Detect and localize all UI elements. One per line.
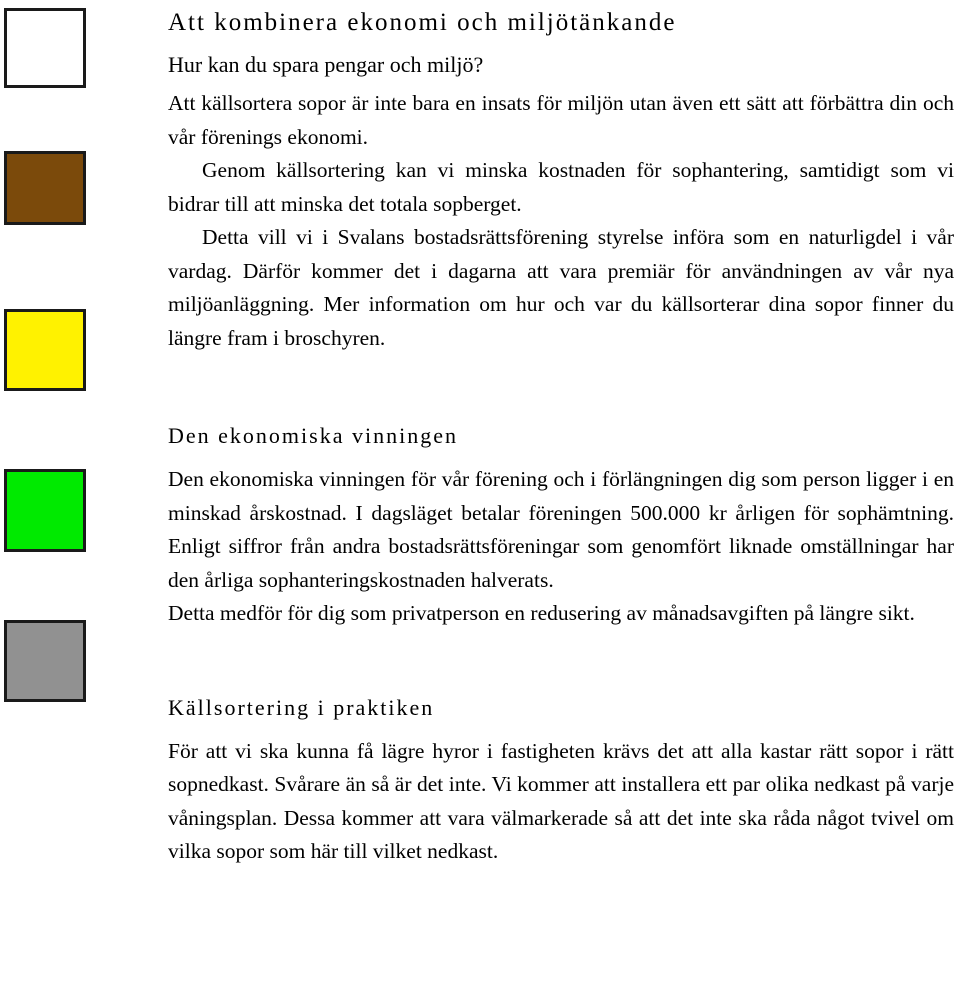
paragraph: För att vi ska kunna få lägre hyror i fa… [168,738,954,864]
document-page: Att kombinera ekonomi och miljötänkande … [0,0,960,998]
paragraph: Detta vill vi i Svalans bostadsrättsföre… [168,225,954,350]
white-swatch [4,8,86,88]
paragraph: Genom källsortering kan vi minska kostna… [168,158,954,216]
paragraph: Detta medför för dig som privatperson en… [168,601,915,625]
green-swatch [4,469,86,552]
page-title: Att kombinera ekonomi och miljötänkande [168,9,677,36]
paragraph: Den ekonomiska vinningen för vår förenin… [168,467,954,592]
section-heading-ekonomiska-vinningen: Den ekonomiska vinningen [168,423,458,448]
paragraph: Att källsortera sopor är inte bara en in… [168,91,954,149]
yellow-swatch [4,309,86,391]
color-swatch-rail [0,0,150,998]
brown-swatch [4,151,86,225]
lead-question: Hur kan du spara pengar och miljö? [168,52,484,77]
gray-swatch [4,620,86,702]
section-heading-kallsortering-i-praktiken: Källsortering i praktiken [168,694,435,720]
text-column: Att kombinera ekonomi och miljötänkande … [168,0,954,869]
